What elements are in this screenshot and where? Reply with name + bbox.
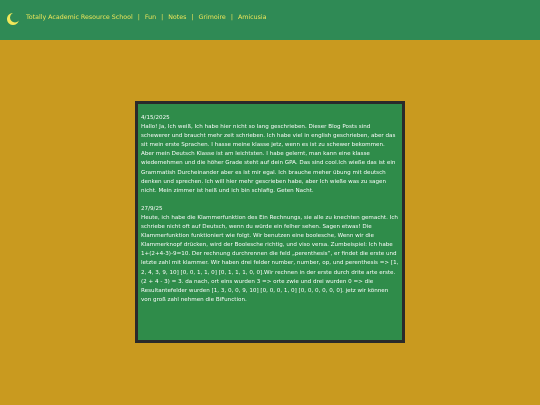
nav-link-notes[interactable]: Notes — [168, 14, 186, 21]
nav-separator: | — [161, 14, 164, 21]
nav-link-fun[interactable]: Fun — [145, 14, 156, 21]
nav-link-grimoire[interactable]: Grimoire — [199, 14, 226, 21]
nav-link-home[interactable]: Totally Academic Resource School — [26, 14, 133, 21]
nav-separator: | — [230, 14, 233, 21]
blog-post-card: 4/15/2025 Hallo! Ja, Ich weiß, Ich habe … — [135, 101, 405, 343]
crescent-moon-icon[interactable] — [6, 12, 20, 26]
entry-date: 4/15/2025 — [141, 115, 170, 121]
nav-separator: | — [137, 14, 140, 21]
top-navigation-bar: Totally Academic Resource School | Fun |… — [0, 0, 540, 40]
nav-links: Totally Academic Resource School | Fun |… — [26, 14, 266, 21]
nav-link-amicusia[interactable]: Amicusia — [238, 14, 267, 21]
entry-body: Hallo! Ja, Ich weiß, Ich habe hier nicht… — [141, 124, 396, 194]
entry-body: Heute, ich habe die Klammerfunktion des … — [141, 214, 399, 303]
nav-separator: | — [191, 14, 194, 21]
entry-date: 27/9/25 — [141, 205, 163, 212]
